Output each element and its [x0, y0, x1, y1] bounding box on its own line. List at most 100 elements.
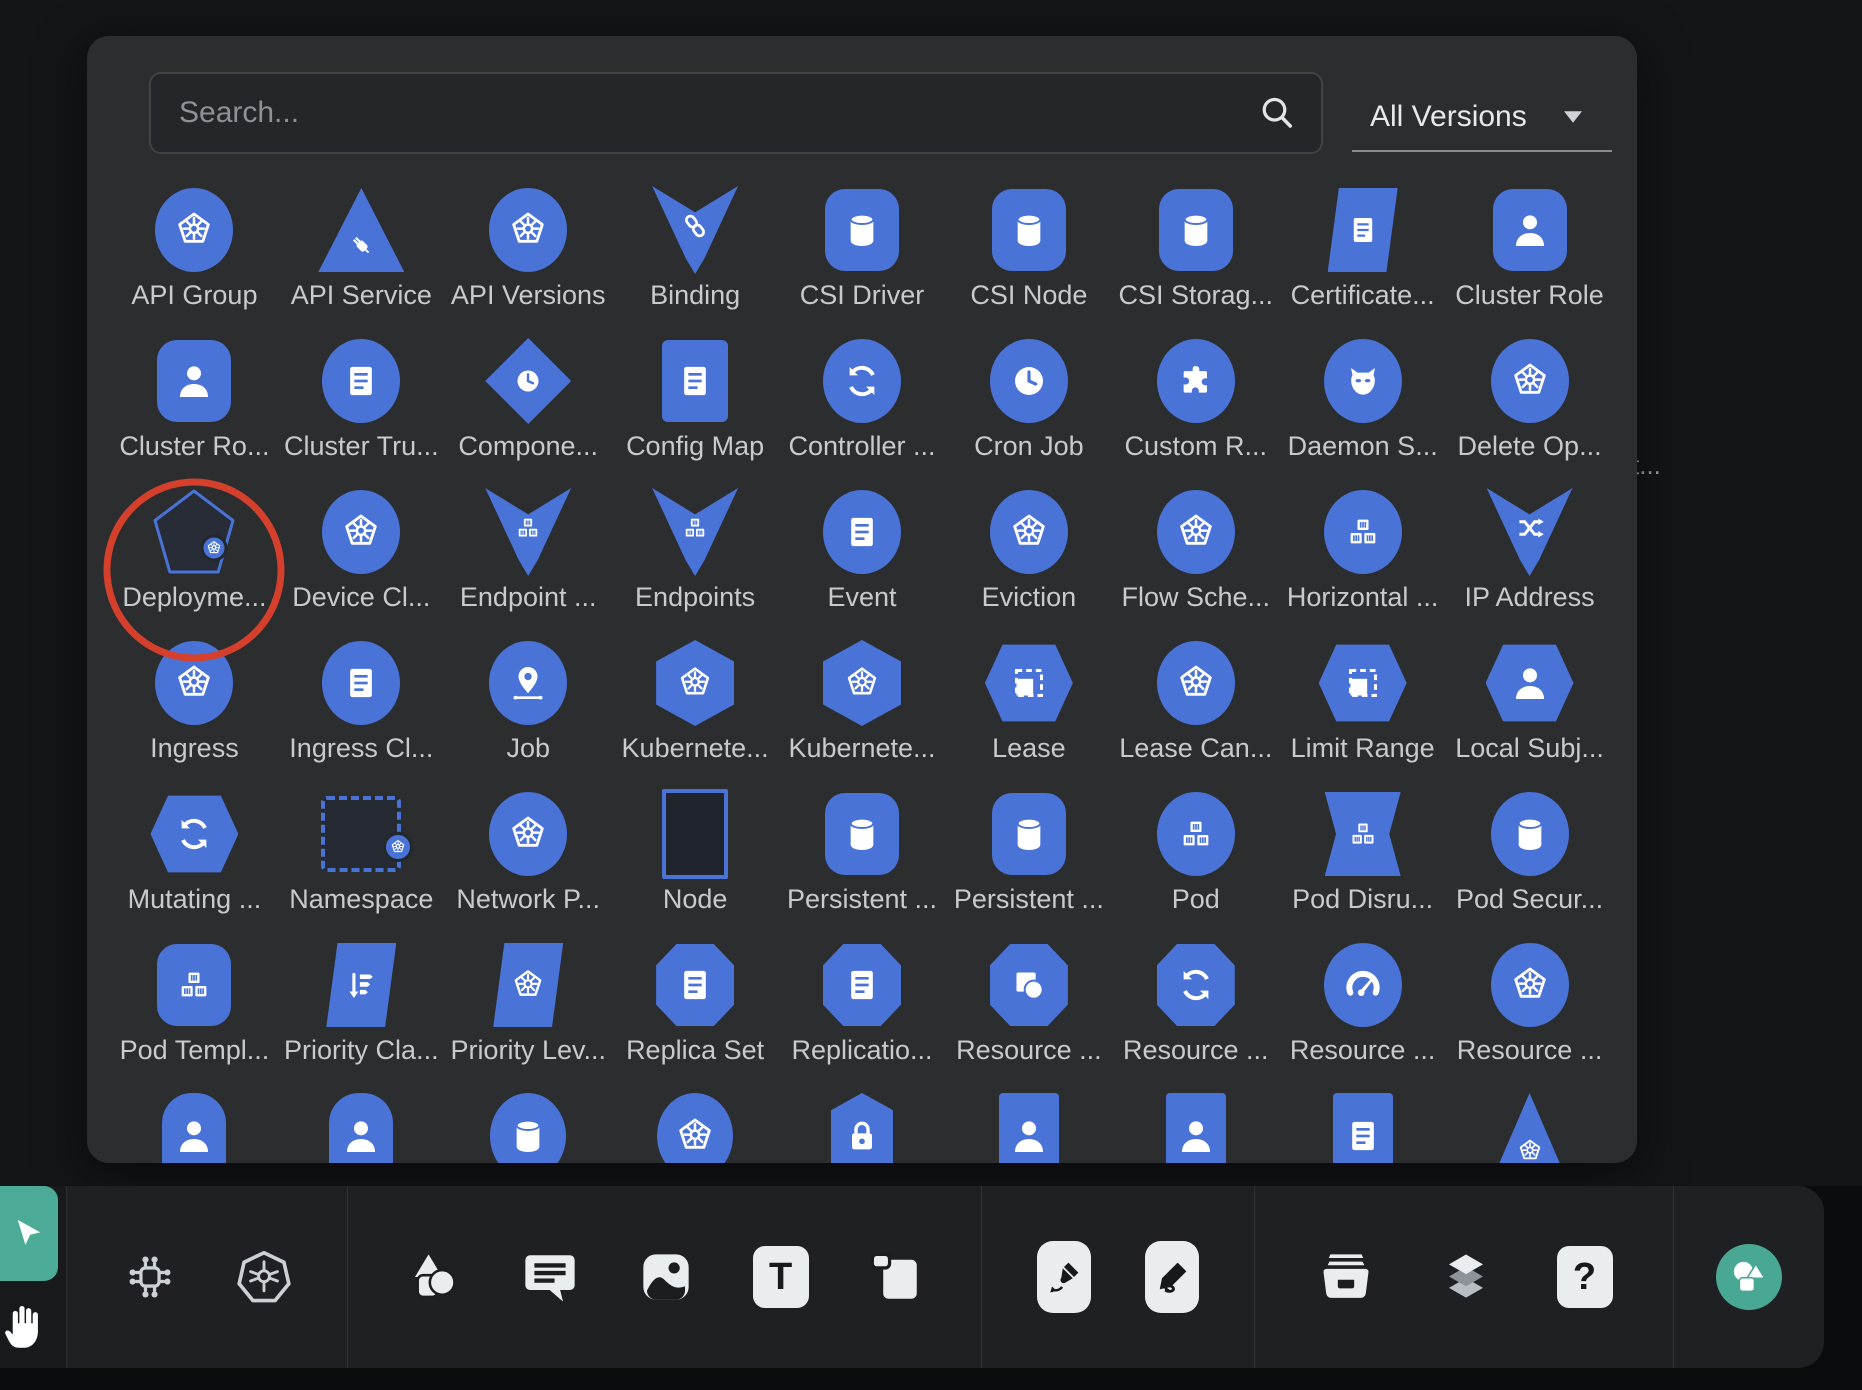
k8s-resource-tile[interactable]: Cluster Tru... — [278, 337, 445, 488]
k8s-resource-tile[interactable] — [278, 1092, 445, 1163]
k8s-resource-tile[interactable]: Node — [612, 790, 779, 941]
k8s-resource-tile[interactable]: Lease — [945, 639, 1112, 790]
k8s-resource-tile[interactable] — [111, 1092, 278, 1163]
help-button[interactable]: ? — [1557, 1246, 1613, 1308]
k8s-resource-tile[interactable]: Config Map — [612, 337, 779, 488]
k8s-resource-tile[interactable]: API Group — [111, 186, 278, 337]
k8s-resource-tile[interactable]: Endpoints — [612, 488, 779, 639]
priority-cla-icon — [326, 943, 396, 1027]
k8s-resource-tile[interactable]: Lease Can... — [1112, 639, 1279, 790]
k8s-resource-tile[interactable]: Deployme... — [111, 488, 278, 639]
image-tool[interactable] — [636, 1247, 696, 1307]
k8s-resource-label: Horizontal ... — [1287, 582, 1439, 613]
k8s-resource-label: Cluster Role — [1455, 280, 1604, 311]
replicatio-icon — [823, 944, 901, 1026]
k8s-resource-tile[interactable]: Eviction — [945, 488, 1112, 639]
k8s-resource-tile[interactable]: Namespace — [278, 790, 445, 941]
k8s-resource-tile[interactable]: Cron Job — [945, 337, 1112, 488]
api-versions-icon — [489, 188, 567, 272]
k8s-resource-tile[interactable]: CSI Node — [945, 186, 1112, 337]
k8s-resource-tile[interactable]: CSI Driver — [779, 186, 946, 337]
kubernetes-library-tool[interactable] — [234, 1247, 294, 1307]
hand-tool[interactable] — [2, 1296, 54, 1354]
kubernetes-icon — [235, 1248, 293, 1306]
k8s-resource-tile[interactable]: IP Address — [1446, 488, 1613, 639]
k8s-resource-tile[interactable]: Horizontal ... — [1279, 488, 1446, 639]
k8s-resource-tile[interactable] — [779, 1092, 946, 1163]
k8s-resource-tile[interactable]: Resource ... — [1112, 941, 1279, 1092]
replica-set-icon — [656, 944, 734, 1026]
k8s-resource-tile[interactable]: Certificate... — [1279, 186, 1446, 337]
k8s-resource-tile[interactable]: Mutating ... — [111, 790, 278, 941]
k8s-resource-tile[interactable]: Daemon S... — [1279, 337, 1446, 488]
k8s-resource-tile[interactable] — [1112, 1092, 1279, 1163]
k8s-resource-tile[interactable]: CSI Storag... — [1112, 186, 1279, 337]
mini-shapes-icon — [1727, 1255, 1771, 1299]
k8s-resource-tile[interactable]: Pod Templ... — [111, 941, 278, 1092]
k8s-resource-label: Controller ... — [788, 431, 935, 462]
k8s-resource-tile[interactable]: Cluster Ro... — [111, 337, 278, 488]
k8s-resource-tile[interactable]: Endpoint ... — [445, 488, 612, 639]
archive-tool[interactable] — [1316, 1247, 1376, 1307]
k8s-resource-tile[interactable]: Persistent ... — [945, 790, 1112, 941]
library-button[interactable] — [1716, 1244, 1782, 1310]
pen-tool[interactable] — [1037, 1241, 1091, 1313]
k8s-resource-tile[interactable]: Compone... — [445, 337, 612, 488]
k8s-resource-tile[interactable]: Persistent ... — [779, 790, 946, 941]
k8s-resource-tile[interactable] — [945, 1092, 1112, 1163]
search-input[interactable] — [151, 96, 1257, 130]
k8s-resource-tile[interactable]: Job — [445, 639, 612, 790]
k8s-resource-label: Daemon S... — [1288, 431, 1438, 462]
k8s-resource-tile[interactable]: Delete Op... — [1446, 337, 1613, 488]
k8s-resource-tile[interactable]: Priority Cla... — [278, 941, 445, 1092]
k8s-resource-tile[interactable]: Resource ... — [1279, 941, 1446, 1092]
k8s-resource-tile[interactable]: Priority Lev... — [445, 941, 612, 1092]
k8s-resource-tile[interactable] — [1446, 1092, 1613, 1163]
pen-icon — [1044, 1257, 1084, 1297]
diagram-tool[interactable] — [120, 1247, 180, 1307]
k8s-resource-tile[interactable]: Flow Sche... — [1112, 488, 1279, 639]
k8s-resource-label: Deployme... — [122, 582, 266, 613]
comment-tool[interactable] — [520, 1247, 580, 1307]
k8s-resource-tile[interactable]: Device Cl... — [278, 488, 445, 639]
k8s-resource-label: Resource ... — [1290, 1035, 1436, 1066]
select-tool[interactable] — [0, 1186, 58, 1281]
k8s-resource-tile[interactable]: Local Subj... — [1446, 639, 1613, 790]
pencil-tool[interactable] — [1145, 1241, 1199, 1313]
k8s-resource-tile[interactable]: Pod — [1112, 790, 1279, 941]
k8s-resource-tile[interactable]: API Service — [278, 186, 445, 337]
k8s-resource-tile[interactable]: Event — [779, 488, 946, 639]
version-filter-dropdown[interactable]: All Versions — [1352, 84, 1612, 152]
k8s-resource-tile[interactable]: Kubernete... — [779, 639, 946, 790]
k8s-resource-tile[interactable]: Network P... — [445, 790, 612, 941]
k8s-resource-tile[interactable]: Ingress Cl... — [278, 639, 445, 790]
k8s-resource-tile[interactable] — [445, 1092, 612, 1163]
k8s-resource-tile[interactable]: Binding — [612, 186, 779, 337]
k8s-resource-tile[interactable] — [612, 1092, 779, 1163]
k8s-resource-label: Cron Job — [974, 431, 1084, 462]
note-tool[interactable] — [865, 1247, 925, 1307]
k8s-resource-label: Config Map — [626, 431, 764, 462]
k8s-resource-label: Cluster Tru... — [284, 431, 439, 462]
k8s-resource-tile[interactable]: Cluster Role — [1446, 186, 1613, 337]
k8s-resource-tile[interactable]: Replicatio... — [779, 941, 946, 1092]
k8s-resource-tile[interactable]: Pod Secur... — [1446, 790, 1613, 941]
shapes-tool[interactable] — [404, 1247, 464, 1307]
k8s-resource-label: Resource ... — [956, 1035, 1102, 1066]
k8s-resource-tile[interactable]: Pod Disru... — [1279, 790, 1446, 941]
k8s-resource-tile[interactable] — [1279, 1092, 1446, 1163]
k8s-resource-tile[interactable]: Custom R... — [1112, 337, 1279, 488]
k8s-resource-tile[interactable]: Ingress — [111, 639, 278, 790]
k8s-resource-tile[interactable]: Resource ... — [1446, 941, 1613, 1092]
k8s-resource-tile[interactable]: Kubernete... — [612, 639, 779, 790]
toolbar-group — [981, 1186, 1254, 1368]
k8s-resource-tile[interactable]: Replica Set — [612, 941, 779, 1092]
toolbar-group — [1673, 1186, 1824, 1368]
k8s-resource-tile[interactable]: Controller ... — [779, 337, 946, 488]
k8s-resource-tile[interactable]: Resource ... — [945, 941, 1112, 1092]
k8s-resource-tile[interactable]: API Versions — [445, 186, 612, 337]
k8s-resource-label: Pod Disru... — [1292, 884, 1433, 915]
text-tool[interactable]: T — [753, 1246, 809, 1308]
k8s-resource-tile[interactable]: Limit Range — [1279, 639, 1446, 790]
layers-tool[interactable] — [1436, 1247, 1496, 1307]
